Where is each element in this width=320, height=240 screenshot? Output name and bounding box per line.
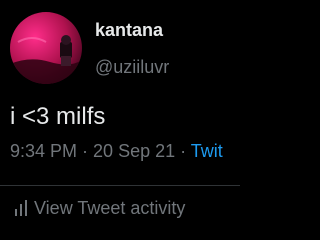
divider <box>0 185 240 186</box>
meta-separator: · <box>175 141 191 161</box>
tweet-source-link[interactable]: Twit <box>191 141 223 161</box>
view-tweet-activity-button[interactable]: View Tweet activity <box>14 196 185 220</box>
display-name[interactable]: kantana <box>95 20 163 41</box>
avatar-image <box>10 12 82 84</box>
tweet-card: kantana @uziiluvr i <3 milfs 9:34 PM · 2… <box>0 0 240 240</box>
meta-separator: · <box>77 141 94 161</box>
user-handle[interactable]: @uziiluvr <box>95 57 169 78</box>
tweet-metadata: 9:34 PM · 20 Sep 21 · Twit <box>10 141 223 162</box>
tweet-time[interactable]: 9:34 PM <box>10 141 77 161</box>
view-tweet-activity-label: View Tweet activity <box>34 197 186 218</box>
tweet-date[interactable]: 20 Sep 21 <box>93 141 175 161</box>
bar-chart-icon <box>15 200 27 216</box>
tweet-text: i <3 milfs <box>10 103 106 130</box>
avatar[interactable] <box>10 12 82 84</box>
